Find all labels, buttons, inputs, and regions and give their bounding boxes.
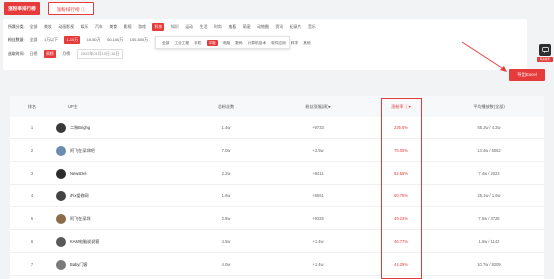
col-avg-plays[interactable]: 平均播放数(全部) (434, 96, 544, 117)
table-row[interactable]: 1 二狗Brighg 1.4w +9733 235.5% 65.2w / 4.2w (10, 117, 544, 139)
total-fans-cell: 7.0w (221, 147, 231, 153)
up-name[interactable]: 二狗Brighg (70, 117, 90, 139)
rank-cell: 3 (30, 170, 34, 176)
ranking-table: 排名 UP主 总粉丝数 粉丝涨幅(周)▾ 涨粉率 ⓘ▾ 平均播放数(全部) 1 二… (10, 96, 544, 279)
col-total-fans[interactable]: 总粉丝数 (186, 96, 266, 117)
avg-plays-cell: 14.4w / 5062 (477, 147, 501, 153)
table-header: 排名 UP主 总粉丝数 粉丝涨幅(周)▾ 涨粉率 ⓘ▾ 平均播放数(全部) (10, 96, 544, 117)
up-name[interactable]: Baby门客 (70, 254, 88, 276)
highlight-box (381, 98, 422, 279)
fan-increase-cell: +1.4w (312, 261, 324, 267)
avatar (56, 145, 66, 156)
up-name[interactable]: iFix爱修网 (70, 185, 89, 207)
rank-cell: 6 (30, 239, 34, 244)
rank-cell: 5 (30, 216, 34, 222)
contact-widget[interactable]: 联系我们 (537, 44, 553, 64)
rank-cell: 2 (30, 147, 34, 153)
total-fans-cell: 2.2w (221, 170, 231, 176)
avatar (56, 214, 66, 225)
table-row[interactable]: 5 阿飞在深圳 2.8w +9326 49.23% 7.0w / 3728 (10, 208, 544, 231)
rank-cell: 4 (30, 193, 34, 199)
avatar (56, 191, 66, 202)
fan-increase-cell: +1.4w (312, 239, 324, 244)
table-row[interactable]: 7 Baby门客 4.0w +1.4w 44.25% 10.7w / 8209 (10, 254, 544, 276)
table-row[interactable]: 2 阿飞在深圳吧 7.0w +3.5w 76.00% 14.4w / 5062 (10, 140, 544, 162)
avg-plays-cell: 7.0w / 3728 (478, 216, 500, 222)
avg-plays-cell: 7.4w / 2023 (478, 170, 500, 176)
table-row[interactable]: 3 NewsDel 2.2w +8411 62.55% 7.4w / 2023 (10, 163, 544, 185)
total-fans-cell: 4.5w (221, 239, 231, 244)
avatar (56, 123, 66, 133)
up-name[interactable]: NewsDel (70, 163, 86, 185)
fan-increase-cell: +8411 (312, 170, 324, 176)
col-up: UP主 (68, 104, 78, 109)
chat-icon (539, 44, 551, 56)
avg-plays-cell: 25.1w / 1.6w (477, 193, 501, 199)
avatar (56, 259, 66, 270)
col-fan-increase[interactable]: 粉丝涨幅(周)▾ (278, 96, 358, 117)
avatar (56, 237, 66, 247)
avg-plays-cell: 1.6w / 1142 (478, 239, 500, 244)
total-fans-cell: 1.4w (221, 125, 231, 130)
total-fans-cell: 2.8w (221, 216, 231, 222)
up-name[interactable]: KAM电脑说说客 (70, 231, 99, 253)
fan-increase-cell: +6061 (312, 193, 324, 199)
avg-plays-cell: 65.2w / 4.2w (477, 125, 501, 130)
table-row[interactable]: 6 KAM电脑说说客 4.5w +1.4w 46.77% 1.6w / 1142 (10, 231, 544, 253)
total-fans-cell: 4.0w (221, 261, 231, 267)
up-name[interactable]: 阿飞在深圳吧 (70, 140, 95, 162)
rank-cell: 7 (30, 261, 34, 267)
table-row[interactable]: 4 iFix爱修网 1.6w +6061 60.75% 25.1w / 1.6w (10, 185, 544, 208)
export-excel-button[interactable]: 导出Excel (509, 69, 545, 81)
avg-plays-cell: 10.7w / 8209 (477, 261, 501, 267)
contact-label: 联系我们 (537, 57, 553, 62)
rank-cell: 1 (30, 125, 34, 130)
fan-increase-cell: +3.5w (312, 147, 324, 153)
fan-increase-cell: +9733 (312, 125, 324, 130)
avatar (56, 168, 66, 179)
col-rank: 排名 (27, 104, 37, 109)
fan-increase-cell: +9326 (312, 216, 324, 222)
total-fans-cell: 1.6w (221, 193, 231, 199)
up-name[interactable]: 阿飞在深圳 (70, 208, 90, 230)
